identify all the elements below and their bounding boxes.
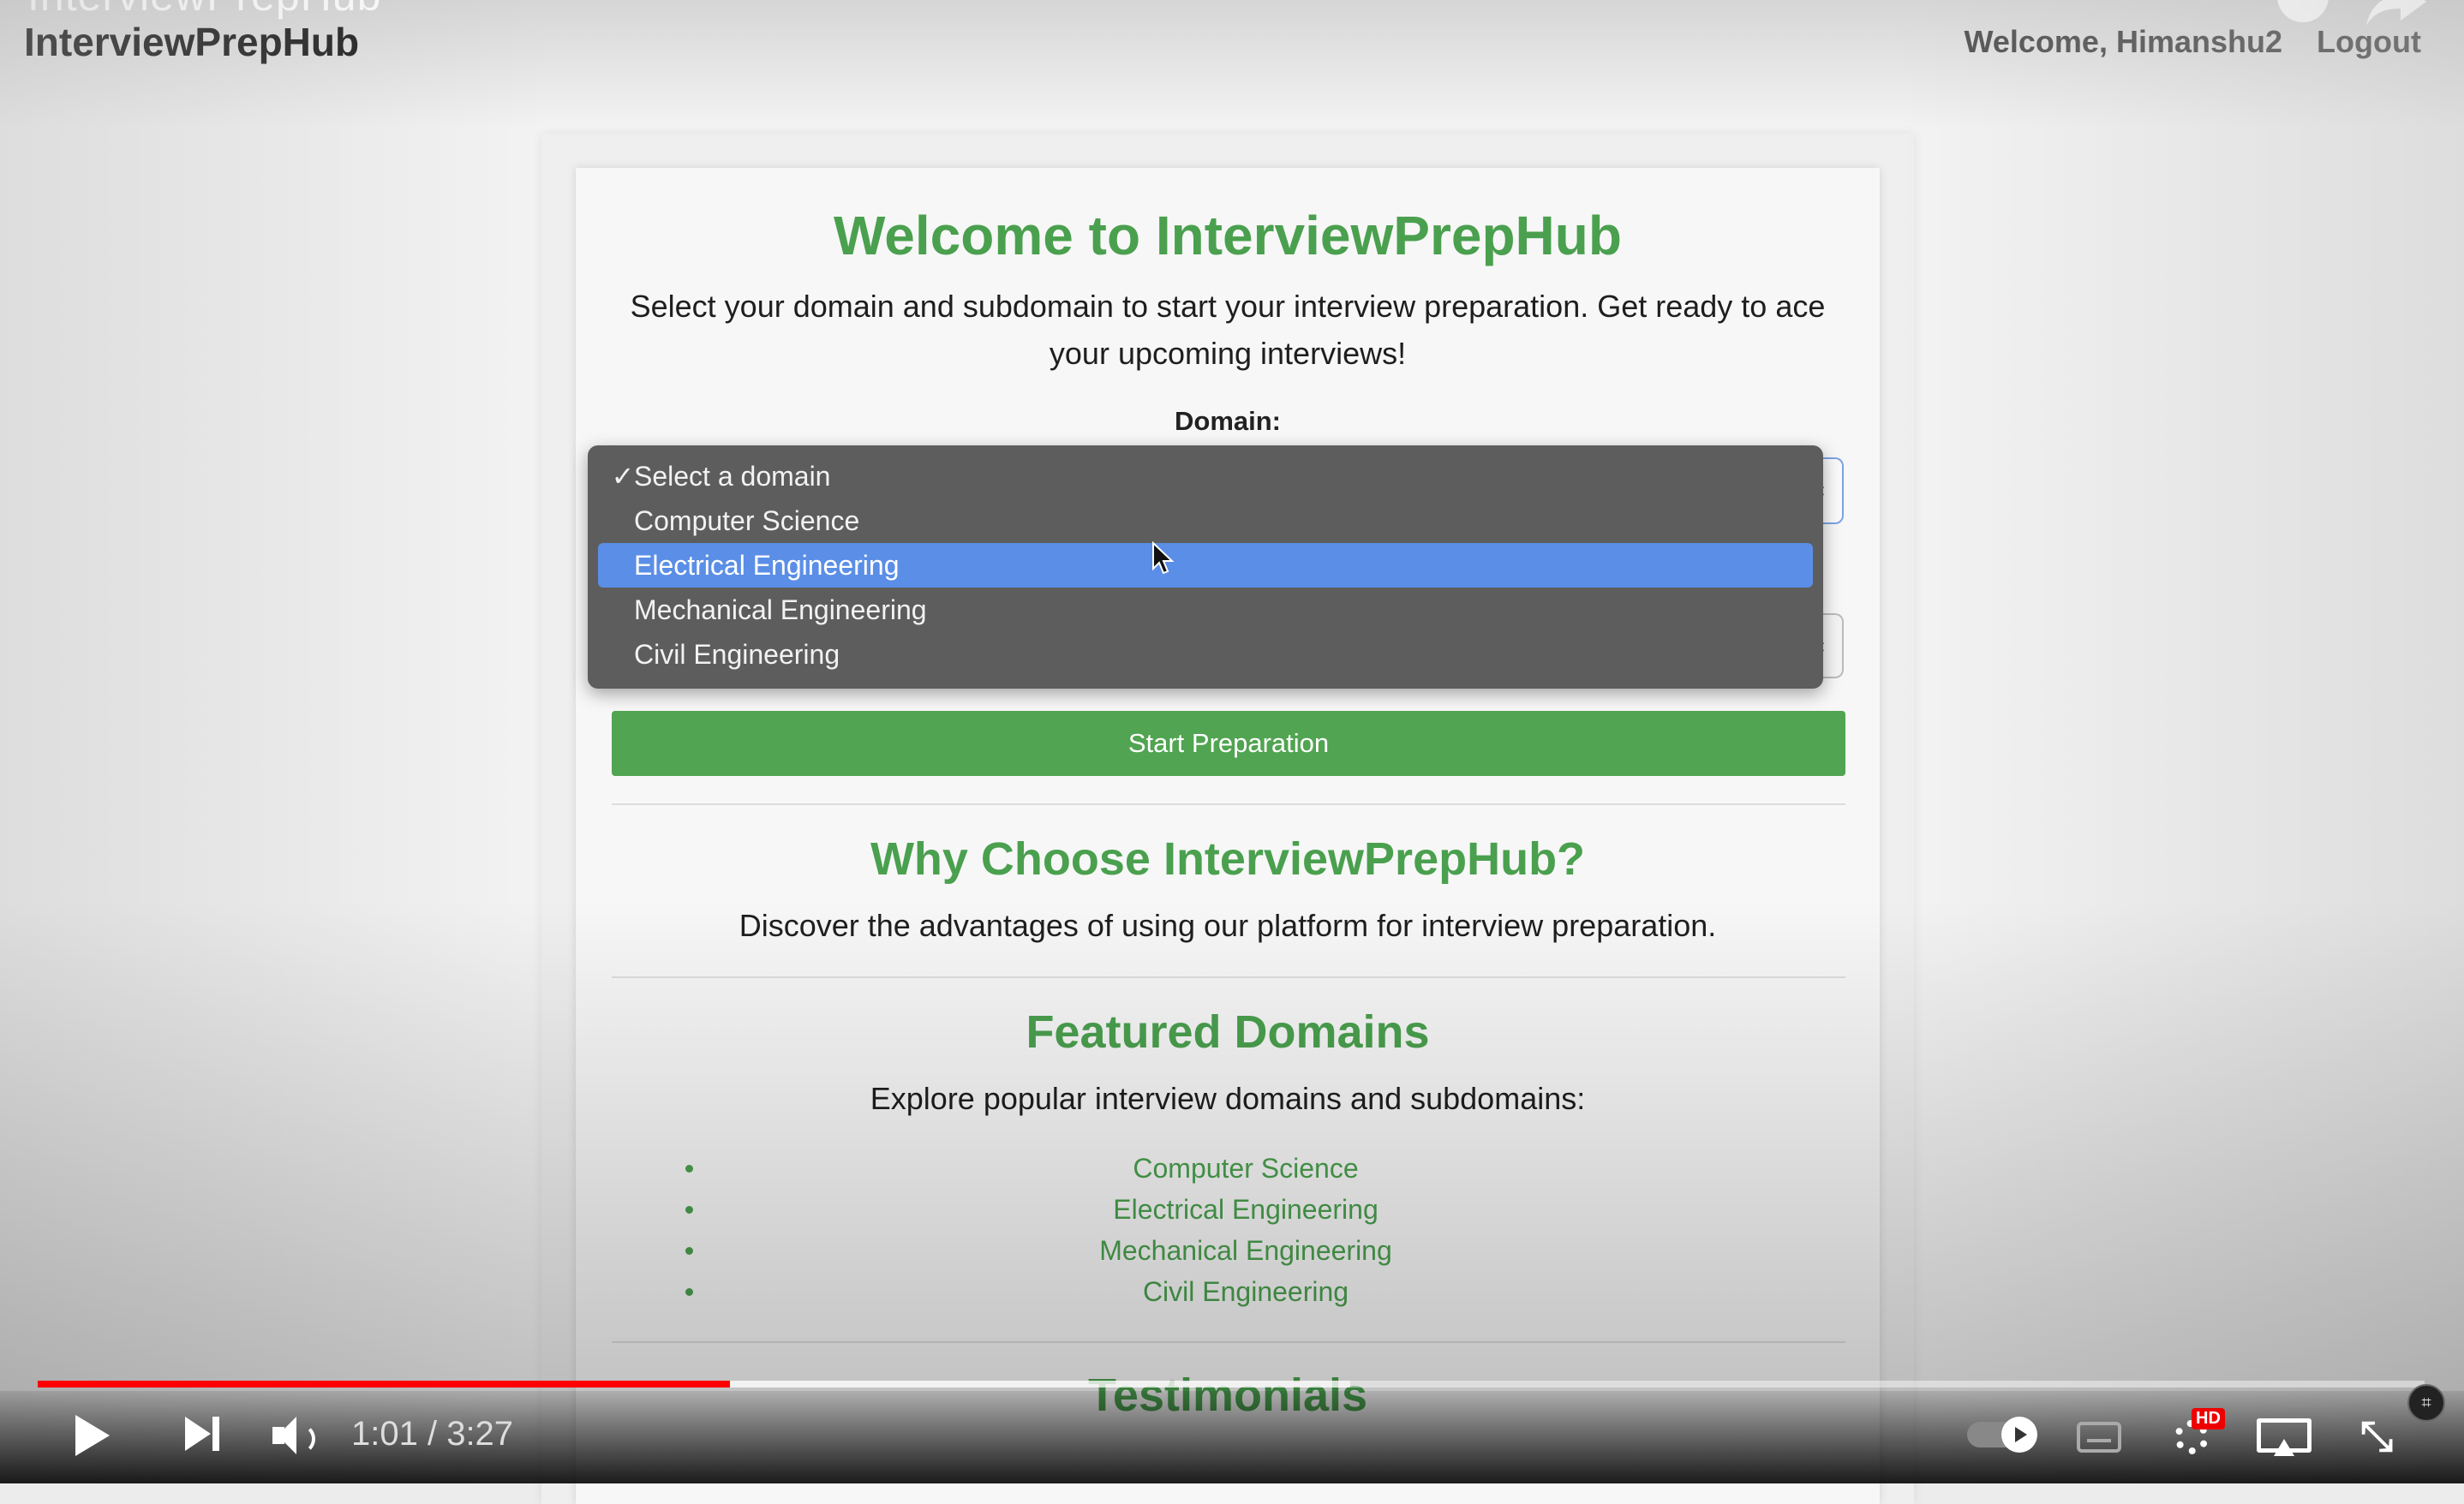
dropdown-option-select-a-domain[interactable]: ✓ Select a domain (598, 454, 1813, 498)
featured-title: Featured Domains (1026, 1006, 1430, 1058)
intro-text: Select your domain and subdomain to star… (630, 289, 1826, 371)
volume-icon[interactable] (272, 1417, 315, 1454)
domain-label: Domain: (1175, 406, 1281, 436)
option-label: Mechanical Engineering (634, 594, 927, 625)
option-label: Electrical Engineering (634, 550, 900, 581)
featured-domain-item[interactable]: Computer Science (646, 1148, 1845, 1189)
played-bar (38, 1381, 730, 1388)
player-controls: 1:01 / 3:27 HD ⤡ (0, 1391, 2464, 1483)
featured-domain-list: Computer Science Electrical Engineering … (612, 1148, 1845, 1312)
start-preparation-button[interactable]: Start Preparation (612, 711, 1845, 776)
bullet-icon (685, 1165, 693, 1173)
featured-domain-link[interactable]: Electrical Engineering (1113, 1194, 1379, 1225)
video-progress-bar[interactable] (38, 1381, 2425, 1388)
option-label: Select a domain (634, 461, 831, 492)
check-icon: ✓ (611, 461, 635, 492)
divider (612, 1341, 1845, 1343)
dropdown-option-civil-engineering[interactable]: Civil Engineering (598, 632, 1813, 677)
page-title: Welcome to InterviewPrepHub (834, 205, 1622, 266)
airplay-icon[interactable] (2257, 1418, 2311, 1456)
featured-text: Explore popular interview domains and su… (870, 1081, 1586, 1116)
hd-badge: HD (2192, 1408, 2225, 1429)
share-icon[interactable] (2366, 0, 2426, 26)
logout-link[interactable]: Logout (2317, 24, 2421, 60)
featured-domain-link[interactable]: Computer Science (1133, 1153, 1358, 1184)
play-icon[interactable] (75, 1415, 110, 1456)
video-title: InterviewPrepHub (27, 0, 381, 21)
featured-domain-link[interactable]: Civil Engineering (1143, 1276, 1349, 1307)
bullet-icon (685, 1206, 693, 1214)
page: InterviewPrepHub InterviewPrepHub Welcom… (0, 0, 2464, 1504)
exit-fullscreen-icon[interactable]: ⤡ (2356, 1417, 2397, 1458)
featured-domain-link[interactable]: Mechanical Engineering (1099, 1235, 1392, 1266)
divider (612, 803, 1845, 805)
featured-domain-item[interactable]: Electrical Engineering (646, 1189, 1845, 1230)
why-title: Why Choose InterviewPrepHub? (870, 833, 1586, 885)
dropdown-option-electrical-engineering[interactable]: Electrical Engineering (598, 543, 1813, 588)
featured-domain-item[interactable]: Civil Engineering (646, 1271, 1845, 1312)
dropdown-option-mechanical-engineering[interactable]: Mechanical Engineering (598, 588, 1813, 632)
next-icon[interactable] (185, 1417, 223, 1451)
side-shade (0, 0, 548, 1483)
scan-icon[interactable]: ⌗ (2407, 1384, 2445, 1422)
option-label: Computer Science (634, 505, 860, 536)
dropdown-option-computer-science[interactable]: Computer Science (598, 498, 1813, 543)
option-label: Civil Engineering (634, 639, 840, 670)
featured-domain-item[interactable]: Mechanical Engineering (646, 1230, 1845, 1271)
side-shade (1899, 0, 2464, 1483)
mouse-cursor-icon (1152, 541, 1175, 575)
divider (612, 976, 1845, 978)
domain-dropdown-menu[interactable]: ✓ Select a domain Computer Science Elect… (588, 445, 1823, 689)
welcome-user-text: Welcome, Himanshu2 (1964, 24, 2282, 59)
bullet-icon (685, 1288, 693, 1296)
why-text: Discover the advantages of using our pla… (739, 908, 1717, 943)
time-display: 1:01 / 3:27 (351, 1415, 514, 1453)
bullet-icon (685, 1247, 693, 1255)
subtitles-icon[interactable] (2077, 1422, 2121, 1453)
settings-gear-icon[interactable]: HD (2171, 1408, 2225, 1458)
autoplay-toggle[interactable] (1967, 1417, 2037, 1453)
brand-logo[interactable]: InterviewPrepHub (24, 19, 359, 65)
